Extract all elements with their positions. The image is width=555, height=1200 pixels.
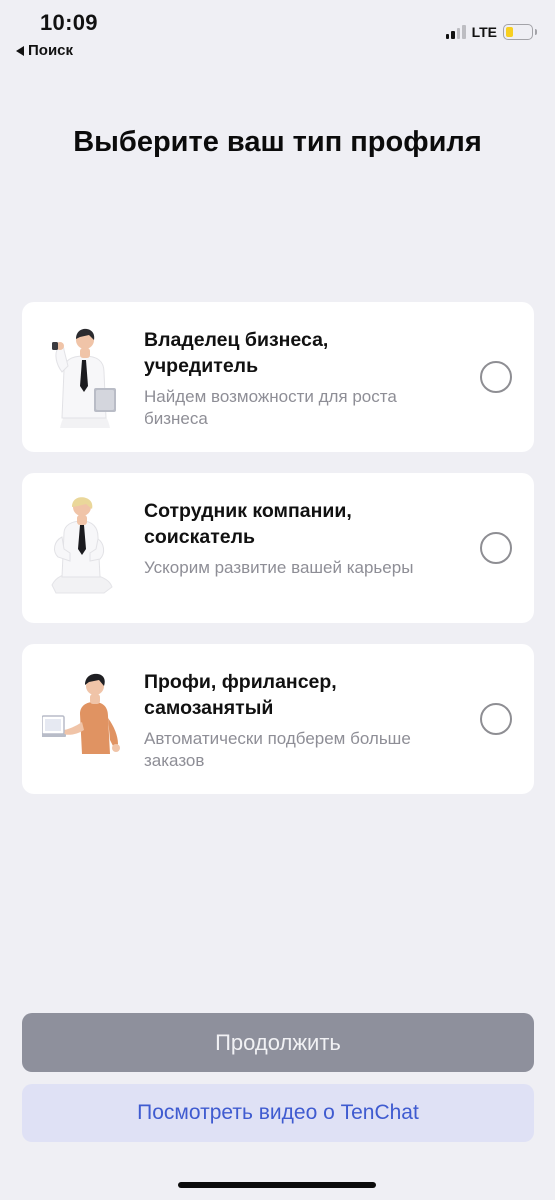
business-owner-icon xyxy=(52,328,116,428)
signal-strength-icon xyxy=(445,25,466,39)
profile-option-employee[interactable]: Сотрудник компании, соискатель Ускорим р… xyxy=(22,473,534,623)
battery-level-fill xyxy=(506,27,513,37)
status-indicators: LTE xyxy=(445,24,537,40)
freelancer-icon xyxy=(42,673,120,754)
continue-button[interactable]: Продолжить xyxy=(22,1013,534,1072)
back-to-search-link[interactable]: Поиск xyxy=(16,42,73,59)
profile-type-options: Владелец бизнеса, учредитель Найдем возм… xyxy=(22,302,534,815)
watch-video-button[interactable]: Посмотреть видео о TenChat xyxy=(22,1084,534,1142)
status-bar: 10:09 Поиск LTE xyxy=(0,0,555,70)
employee-icon xyxy=(51,497,113,594)
option-title: Сотрудник компании, соискатель xyxy=(144,500,352,548)
option-subtitle: Найдем возможности для роста бизнеса xyxy=(144,387,397,428)
option-radio-button[interactable] xyxy=(480,532,512,564)
option-subtitle: Автоматически подберем больше заказов xyxy=(144,729,411,770)
option-title: Профи, фрилансер, самозанятый xyxy=(144,671,337,719)
option-title: Владелец бизнеса, учредитель xyxy=(144,329,329,377)
profile-option-freelancer[interactable]: Профи, фрилансер, самозанятый Автоматиче… xyxy=(22,644,534,794)
profile-option-business-owner[interactable]: Владелец бизнеса, учредитель Найдем возм… xyxy=(22,302,534,452)
status-time: 10:09 xyxy=(40,10,98,35)
home-indicator[interactable] xyxy=(178,1182,376,1188)
back-link-label: Поиск xyxy=(28,42,74,59)
network-type-label: LTE xyxy=(471,24,497,40)
option-subtitle: Ускорим развитие вашей карьеры xyxy=(144,558,414,577)
option-radio-button[interactable] xyxy=(480,361,512,393)
option-radio-button[interactable] xyxy=(480,703,512,735)
back-arrow-icon xyxy=(16,45,24,56)
page-title: Выберите ваш тип профиля xyxy=(73,126,482,158)
battery-icon xyxy=(503,24,537,40)
